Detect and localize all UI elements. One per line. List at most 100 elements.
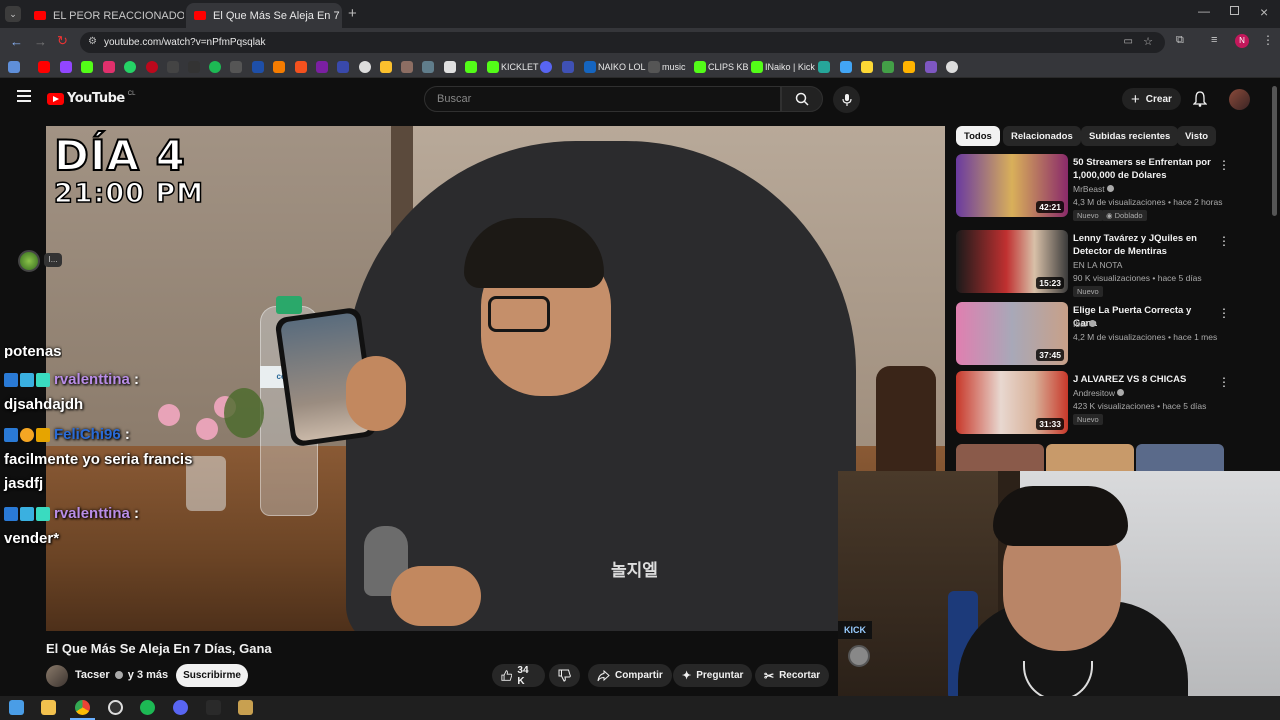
apps-grid-icon[interactable] xyxy=(8,61,20,73)
channel-text[interactable]: MrBeast xyxy=(1073,184,1105,194)
browser-tab-1[interactable]: EL PEOR REACCIONADOR DE T × xyxy=(26,3,184,28)
tab-list-button[interactable]: ⌄ xyxy=(5,6,21,22)
bookmark-search-icon[interactable] xyxy=(337,61,349,73)
bookmark-naiko-label[interactable]: NAIKO LOL xyxy=(598,62,646,72)
browser-menu-icon[interactable]: ⋮ xyxy=(1262,33,1274,47)
recommendation-thumbnail-partial[interactable] xyxy=(1046,444,1134,472)
recommendation-item[interactable]: 37:45 Elige La Puerta Correcta y Gana Ib… xyxy=(956,302,1230,366)
recommendation-thumbnail[interactable]: 37:45 xyxy=(956,302,1068,365)
bookmark-green2-icon[interactable] xyxy=(882,61,894,73)
video-player[interactable]: 놀지엘 cesani DÍA 4 21:00 PM xyxy=(46,126,945,631)
media-controls-icon[interactable]: ≡ xyxy=(1211,34,1217,46)
recommendation-thumbnail[interactable]: 31:33 xyxy=(956,371,1068,434)
bookmark-naiko-icon[interactable] xyxy=(584,61,596,73)
back-icon[interactable]: ← xyxy=(10,34,23,49)
more-options-icon[interactable]: ⋮ xyxy=(1218,306,1230,320)
recommendation-title[interactable]: 50 Streamers se Enfrentan por 1,000,000 … xyxy=(1073,156,1213,182)
cast-icon[interactable]: ▭ xyxy=(1124,36,1133,47)
channel-text[interactable]: Andresitow xyxy=(1073,388,1115,398)
bookmark-magnet-icon[interactable] xyxy=(903,61,915,73)
forward-icon[interactable]: → xyxy=(34,34,47,49)
subscribe-button[interactable]: Suscribirme xyxy=(176,664,248,687)
bookmark-pinterest-icon[interactable] xyxy=(146,61,158,73)
bookmark-kick-icon[interactable] xyxy=(81,61,93,73)
browser-tab-2[interactable]: El Que Más Se Aleja En 7 D 🔊 × xyxy=(186,3,342,28)
bookmark-purple-icon[interactable] xyxy=(316,61,328,73)
chip-visto[interactable]: Visto xyxy=(1177,126,1217,146)
bookmark-music-label[interactable]: music xyxy=(662,62,686,72)
chip-relacionados[interactable]: Relacionados xyxy=(1003,126,1081,146)
like-button[interactable]: 34 K xyxy=(492,664,545,687)
create-button[interactable]: + Crear xyxy=(1122,88,1181,110)
bookmark-blue-icon[interactable] xyxy=(252,61,264,73)
bookmark-kicklet-icon[interactable] xyxy=(487,61,499,73)
windows-start-icon[interactable] xyxy=(9,700,24,715)
search-input[interactable]: Buscar xyxy=(424,86,781,112)
bookmark-chrome-icon[interactable] xyxy=(946,61,958,73)
hamburger-menu-icon[interactable] xyxy=(17,90,31,102)
bookmark-shield-icon[interactable] xyxy=(562,61,574,73)
search-button[interactable] xyxy=(781,86,823,112)
recommendation-title[interactable]: J ALVAREZ VS 8 CHICAS xyxy=(1073,373,1213,386)
notifications-bell-icon[interactable] xyxy=(1192,91,1208,112)
site-info-icon[interactable]: ⚙ xyxy=(88,36,97,47)
bookmark-orange-icon[interactable] xyxy=(273,61,285,73)
bookmark-twitch-icon[interactable] xyxy=(60,61,72,73)
bookmark-clips-icon[interactable] xyxy=(694,61,706,73)
bookmark-s-icon[interactable] xyxy=(230,61,242,73)
bookmark-x-icon[interactable] xyxy=(167,61,179,73)
bookmark-instagram-icon[interactable] xyxy=(103,61,115,73)
reload-icon[interactable]: ↻ xyxy=(57,33,68,49)
recommendation-thumbnail-partial[interactable] xyxy=(1136,444,1224,472)
bookmark-cat-icon[interactable] xyxy=(401,61,413,73)
bookmark-wave-icon[interactable] xyxy=(925,61,937,73)
close-window-icon[interactable]: × xyxy=(1260,4,1268,20)
account-avatar[interactable] xyxy=(1229,89,1250,110)
recommendation-thumbnail[interactable]: 15:23 xyxy=(956,230,1068,293)
chrome-icon[interactable] xyxy=(75,700,90,715)
recommendation-thumbnail[interactable]: 42:21 xyxy=(956,154,1068,217)
channel-text[interactable]: Ibai xyxy=(1073,319,1087,329)
extensions-icon[interactable]: ⧉ xyxy=(1176,34,1184,47)
bookmark-teal-icon[interactable] xyxy=(818,61,830,73)
channel-suffix[interactable]: y 3 más xyxy=(128,669,168,681)
recommendation-channel[interactable]: EN LA NOTA xyxy=(1073,260,1122,270)
bookmark-grid-icon[interactable] xyxy=(295,61,307,73)
recommendation-title[interactable]: Lenny Tavárez y JQuiles en Detector de M… xyxy=(1073,232,1213,258)
recommendation-channel[interactable]: MrBeast xyxy=(1073,184,1115,194)
bookmark-music-icon[interactable] xyxy=(648,61,660,73)
share-button[interactable]: Compartir xyxy=(588,664,672,687)
youtube-logo[interactable]: YouTube CL xyxy=(47,91,135,106)
minimize-icon[interactable]: — xyxy=(1198,4,1210,18)
more-options-icon[interactable]: ⋮ xyxy=(1218,375,1230,389)
valorant-icon[interactable] xyxy=(206,700,221,715)
bookmark-youtube-icon[interactable] xyxy=(38,61,50,73)
bookmark-diamond-icon[interactable] xyxy=(444,61,456,73)
new-tab-button[interactable]: + xyxy=(348,5,357,22)
obs-icon[interactable] xyxy=(108,700,123,715)
file-explorer-icon[interactable] xyxy=(41,700,56,715)
recommendation-item[interactable]: 15:23 Lenny Tavárez y JQuiles en Detecto… xyxy=(956,230,1230,297)
voice-search-button[interactable] xyxy=(833,86,860,113)
more-options-icon[interactable]: ⋮ xyxy=(1218,234,1230,248)
bookmark-image-icon[interactable] xyxy=(422,61,434,73)
bookmark-yellow-icon[interactable] xyxy=(380,61,392,73)
bookmark-discord-icon[interactable] xyxy=(540,61,552,73)
more-options-icon[interactable]: ⋮ xyxy=(1218,158,1230,172)
recommendation-item[interactable]: 42:21 50 Streamers se Enfrentan por 1,00… xyxy=(956,154,1230,221)
chip-todos[interactable]: Todos xyxy=(956,126,1000,146)
clip-button[interactable]: ✂ Recortar xyxy=(755,664,830,687)
bookmark-tiktok-icon[interactable] xyxy=(188,61,200,73)
bookmark-star-icon[interactable]: ☆ xyxy=(1143,35,1153,48)
bookmark-kicklet-label[interactable]: KICKLET xyxy=(501,62,539,72)
bookmark-spotify-icon[interactable] xyxy=(209,61,221,73)
channel-name[interactable]: Tacser xyxy=(75,669,110,681)
chip-subidas-recientes[interactable]: Subidas recientes xyxy=(1081,126,1179,146)
recommendation-channel[interactable]: Andresitow xyxy=(1073,388,1125,398)
restore-icon[interactable] xyxy=(1230,6,1239,15)
recommendation-thumbnail-partial[interactable] xyxy=(956,444,1044,472)
ask-button[interactable]: ✦ Preguntar xyxy=(673,664,753,687)
bookmark-yellow2-icon[interactable] xyxy=(861,61,873,73)
recommendation-channel[interactable]: Ibai xyxy=(1073,319,1097,329)
bookmark-kick-green-icon[interactable] xyxy=(465,61,477,73)
